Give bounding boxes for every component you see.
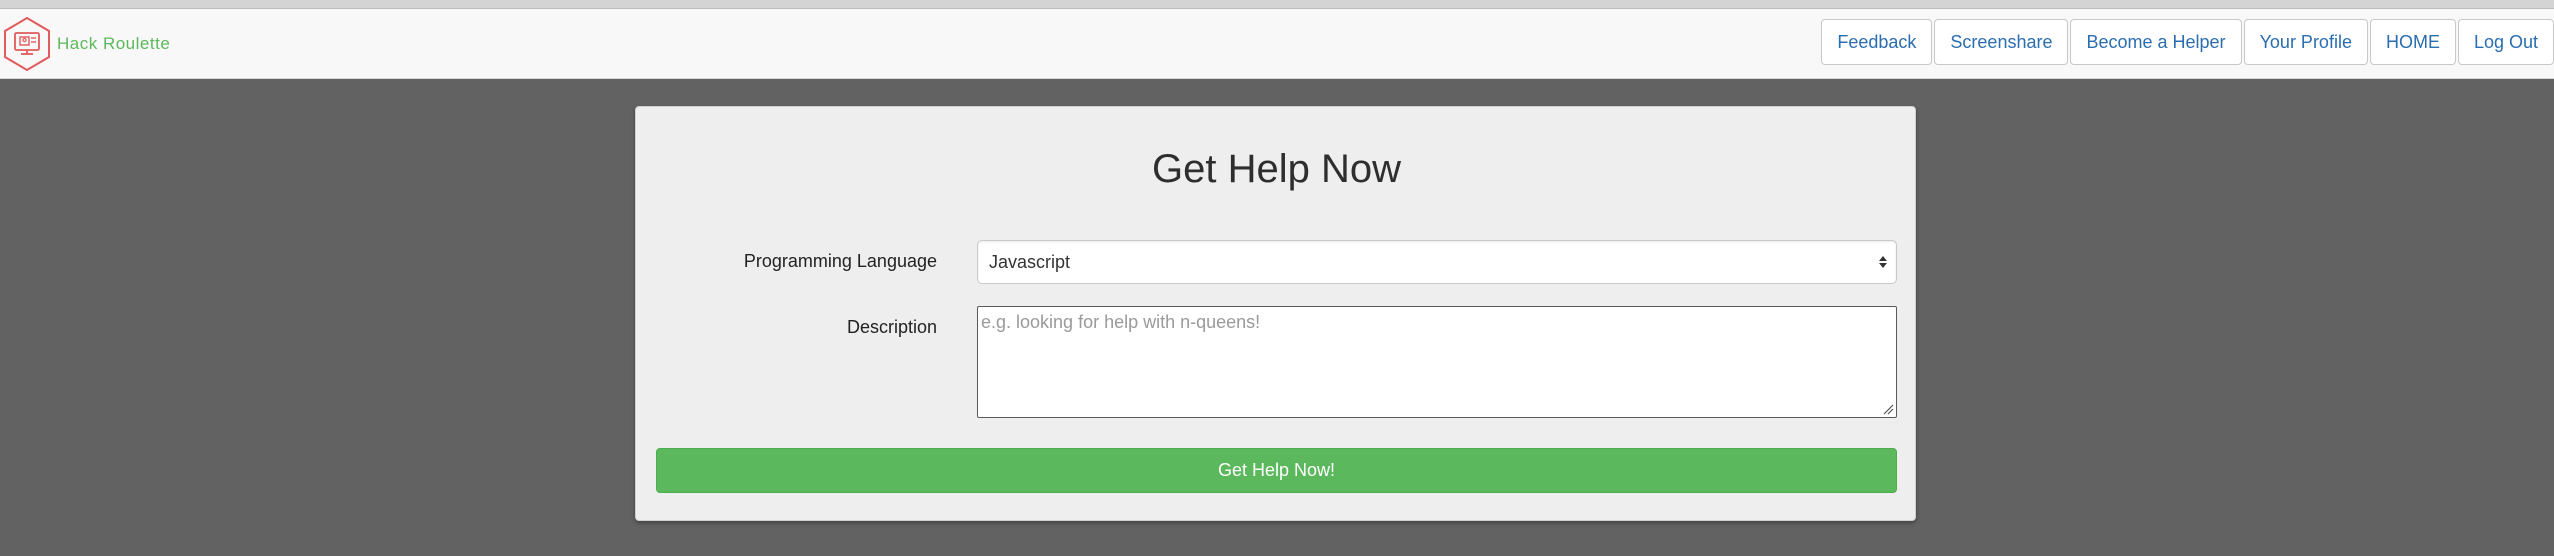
nav-logout-button[interactable]: Log Out <box>2457 19 2554 65</box>
brand[interactable]: Hack Roulette <box>3 15 170 73</box>
language-select-value: Javascript <box>989 252 1071 272</box>
page-title: Get Help Now <box>1152 147 1401 191</box>
hexagon-computer-icon <box>4 16 50 72</box>
nav-become-helper-button[interactable]: Become a Helper <box>2070 19 2242 65</box>
nav-links: Feedback Screenshare Become a Helper You… <box>1819 19 2554 65</box>
nav-home-button[interactable]: HOME <box>2369 19 2456 65</box>
nav-feedback-button[interactable]: Feedback <box>1821 19 1933 65</box>
language-select[interactable]: Javascript <box>977 240 1897 284</box>
nav-your-profile-button[interactable]: Your Profile <box>2243 19 2368 65</box>
select-arrows-icon <box>1879 256 1887 268</box>
description-placeholder: e.g. looking for help with n-queens! <box>981 312 1261 332</box>
language-label: Programming Language <box>743 251 937 271</box>
nav-screenshare-button[interactable]: Screenshare <box>1934 19 2069 65</box>
description-label: Description <box>846 317 937 337</box>
resize-grip-icon[interactable] <box>1882 403 1894 415</box>
help-request-panel: Get Help Now Programming Language Javasc… <box>635 106 1916 521</box>
browser-top-strip <box>0 0 2554 9</box>
description-textarea[interactable]: e.g. looking for help with n-queens! <box>977 306 1897 418</box>
get-help-submit-button[interactable]: Get Help Now! <box>656 448 1897 493</box>
navbar: Hack Roulette Feedback Screenshare Becom… <box>0 9 2554 79</box>
brand-name: Hack Roulette <box>57 34 171 53</box>
